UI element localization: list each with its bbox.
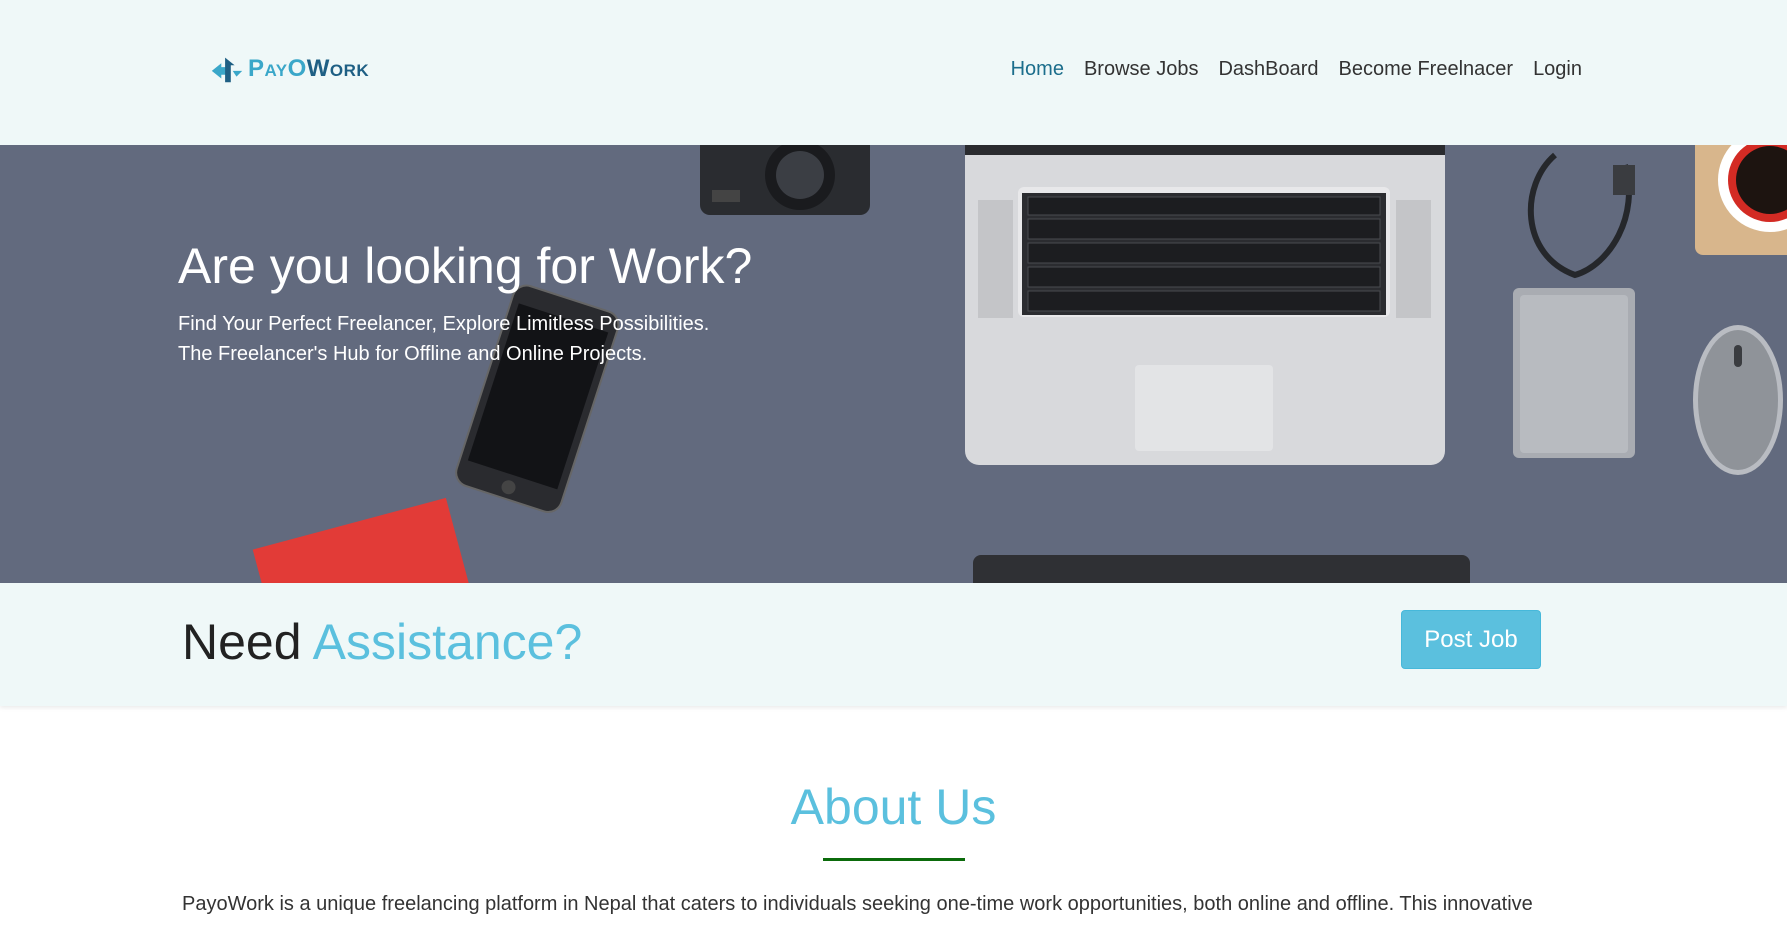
- hero-title: Are you looking for Work?: [178, 238, 753, 294]
- mouse-illustration: [1693, 325, 1783, 475]
- assistance-title-plain: Need: [182, 614, 302, 670]
- assistance-band: Need Assistance? Post Job: [0, 583, 1787, 706]
- hero-subtitle: Find Your Perfect Freelancer, Explore Li…: [178, 309, 709, 369]
- about-title: About Us: [790, 779, 997, 835]
- about-text: PayoWork is a unique freelancing platfor…: [182, 893, 1533, 915]
- assistance-title-highlight: Assistance?: [312, 614, 583, 670]
- post-job-button[interactable]: Post Job: [1401, 610, 1541, 669]
- nav-login[interactable]: Login: [1533, 58, 1582, 81]
- coffee-illustration: [1695, 145, 1787, 255]
- about-divider: [823, 858, 965, 861]
- camera-illustration: [700, 145, 870, 215]
- assistance-title: Need Assistance?: [182, 613, 582, 671]
- nav-dashboard[interactable]: DashBoard: [1218, 58, 1318, 81]
- main-nav: Home Browse Jobs DashBoard Become Freeln…: [1011, 58, 1582, 81]
- site-header: PayOWork Home Browse Jobs DashBoard Beco…: [0, 0, 1787, 145]
- nav-home[interactable]: Home: [1011, 58, 1064, 81]
- hero-subtitle-line1: Find Your Perfect Freelancer, Explore Li…: [178, 313, 710, 335]
- hero-subtitle-line2: The Freelancer's Hub for Offline and Onl…: [178, 343, 648, 365]
- nav-become-freelancer[interactable]: Become Freelnacer: [1339, 58, 1514, 81]
- brand-logo[interactable]: PayOWork: [208, 50, 369, 88]
- payowork-logo-icon: [211, 57, 243, 83]
- laptop-illustration: [965, 145, 1445, 465]
- nav-browse-jobs[interactable]: Browse Jobs: [1084, 58, 1199, 81]
- hero-banner: Are you looking for Work? Find Your Perf…: [0, 145, 1787, 583]
- brand-name: PayOWork: [248, 55, 370, 82]
